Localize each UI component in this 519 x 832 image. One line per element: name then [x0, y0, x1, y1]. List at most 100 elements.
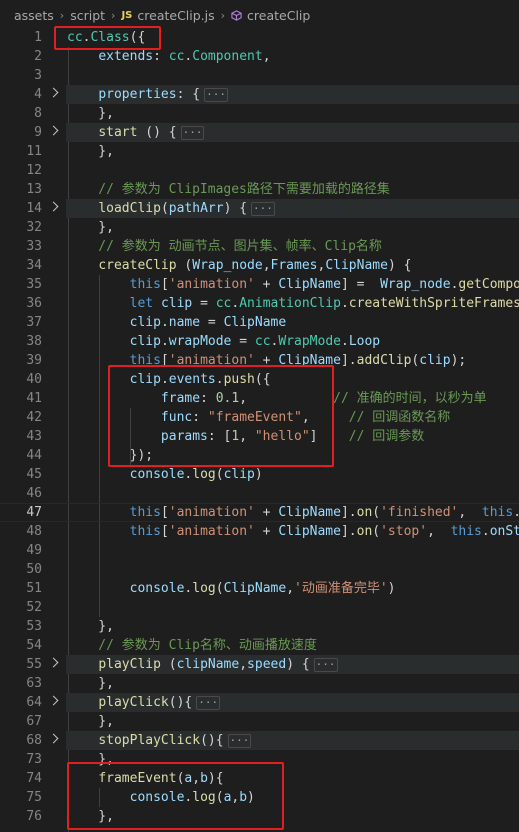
folded-code-ellipsis[interactable]: ···	[196, 696, 221, 710]
code-token: Wrap_node	[192, 258, 263, 273]
code-text: // 参数为 Clip名称、动画播放速度	[67, 636, 317, 655]
line-number: 75	[26, 790, 42, 805]
code-line[interactable]: 38 clip.wrapMode = cc.WrapMode.Loop	[0, 332, 519, 351]
code-token: // 准确的时间，以秒为单	[333, 391, 487, 406]
code-text: properties: {···	[67, 85, 228, 104]
code-line[interactable]: 36 let clip = cc.AnimationClip.createWit…	[0, 294, 519, 313]
breadcrumb-folder-script[interactable]: script	[70, 8, 105, 23]
code-line[interactable]: 52	[0, 598, 519, 617]
line-number: 9	[34, 125, 42, 140]
code-line[interactable]: 9 start () {···	[0, 123, 519, 142]
code-line[interactable]: 13 // 参数为 ClipImages路径下需要加载的路径集	[0, 180, 519, 199]
code-line[interactable]: 47 this['animation' + ClipName].on('fini…	[0, 503, 519, 522]
folded-code-ellipsis[interactable]: ···	[204, 88, 228, 102]
chevron-right-icon[interactable]	[48, 657, 59, 668]
breadcrumb-folder-assets[interactable]: assets	[14, 8, 54, 23]
line-number: 74	[26, 771, 42, 786]
code-token: [	[160, 277, 169, 292]
js-file-icon: JS	[121, 9, 133, 21]
code-token: =	[192, 296, 216, 311]
line-number: 46	[26, 486, 42, 501]
code-text: stopPlayClick(){···	[67, 731, 252, 750]
code-line[interactable]: 68 stopPlayClick(){···	[0, 731, 519, 750]
code-token: .	[340, 334, 349, 349]
code-line[interactable]: 63 },	[0, 674, 519, 693]
breadcrumb-file[interactable]: createClip.js	[137, 8, 214, 23]
code-token: : {	[176, 87, 201, 102]
code-token: this	[129, 505, 161, 520]
code-token: this	[129, 524, 161, 539]
chevron-right-icon[interactable]	[48, 87, 59, 98]
line-number: 73	[26, 752, 42, 767]
line-number: 43	[26, 429, 42, 444]
code-token: // 参数为 ClipImages路径下需要加载的路径集	[67, 182, 390, 197]
code-line[interactable]: 34 createClip (Wrap_node,Frames,ClipName…	[0, 256, 519, 275]
code-line[interactable]: 4 properties: {···	[0, 85, 519, 104]
code-line[interactable]: 55 playClip (clipName,speed) {···	[0, 655, 519, 674]
code-line[interactable]: 8 },	[0, 104, 519, 123]
code-line[interactable]: 35 this['animation' + ClipName] = Wrap_n…	[0, 275, 519, 294]
code-line[interactable]: 53 },	[0, 617, 519, 636]
line-number: 33	[26, 239, 42, 254]
line-number: 34	[26, 258, 42, 273]
code-token: getComponent	[458, 277, 519, 292]
code-line[interactable]: 32 },	[0, 218, 519, 237]
code-text: start () {···	[67, 123, 205, 142]
code-line[interactable]: 50	[0, 560, 519, 579]
code-text: clip.name = ClipName	[67, 313, 287, 332]
code-line[interactable]: 48 this['animation' + ClipName].on('stop…	[0, 522, 519, 541]
folded-code-ellipsis[interactable]: ···	[251, 202, 275, 216]
chevron-right-icon[interactable]	[48, 733, 59, 744]
code-line[interactable]: 54 // 参数为 Clip名称、动画播放速度	[0, 636, 519, 655]
code-line[interactable]: 11 },	[0, 142, 519, 161]
line-number: 1	[34, 30, 42, 45]
code-line[interactable]: 37 clip.name = ClipName	[0, 313, 519, 332]
code-line[interactable]: 33 // 参数为 动画节点、图片集、帧率、Clip名称	[0, 237, 519, 256]
code-line[interactable]: 45 console.log(clip)	[0, 465, 519, 484]
code-line[interactable]: 51 console.log(ClipName,'动画准备完毕')	[0, 579, 519, 598]
code-token: },	[67, 106, 114, 121]
code-token: console	[129, 581, 185, 596]
code-line[interactable]: 67 },	[0, 712, 519, 731]
folded-code-ellipsis[interactable]: ···	[227, 734, 252, 748]
code-token: (	[160, 201, 169, 216]
code-token: +	[254, 505, 279, 520]
folded-code-ellipsis[interactable]: ···	[313, 658, 338, 672]
code-token: ,	[458, 505, 482, 520]
breadcrumb-symbol[interactable]: createClip	[247, 8, 310, 23]
code-line[interactable]: 3	[0, 66, 519, 85]
code-line[interactable]: 49	[0, 541, 519, 560]
line-number: 45	[26, 467, 42, 482]
code-token: .	[340, 296, 349, 311]
chevron-right-icon[interactable]	[48, 125, 59, 136]
line-number: 67	[26, 714, 42, 729]
code-token: .	[160, 334, 169, 349]
code-token: 'animation'	[168, 524, 255, 539]
code-token: ].	[340, 505, 357, 520]
code-token: .	[481, 524, 490, 539]
code-token: console	[129, 467, 185, 482]
line-number: 35	[26, 277, 42, 292]
code-text: },	[67, 712, 114, 731]
line-number: 37	[26, 315, 42, 330]
code-line[interactable]: 12	[0, 161, 519, 180]
code-line[interactable]: 46	[0, 484, 519, 503]
line-number: 4	[34, 87, 42, 102]
folded-code-ellipsis[interactable]: ···	[180, 126, 205, 140]
code-line[interactable]: 64 playClick(){···	[0, 693, 519, 712]
line-number: 51	[26, 581, 42, 596]
chevron-right-icon[interactable]	[48, 201, 59, 212]
code-token: Loop	[348, 334, 381, 349]
line-number: 53	[26, 619, 42, 634]
code-token: 'animation'	[168, 505, 255, 520]
chevron-right-icon[interactable]	[48, 695, 59, 706]
chevron-right-icon: ›	[220, 8, 226, 22]
code-text: let clip = cc.AnimationClip.createWithSp…	[67, 294, 519, 313]
code-line[interactable]: 14 loadClip(pathArr) {···	[0, 199, 519, 218]
